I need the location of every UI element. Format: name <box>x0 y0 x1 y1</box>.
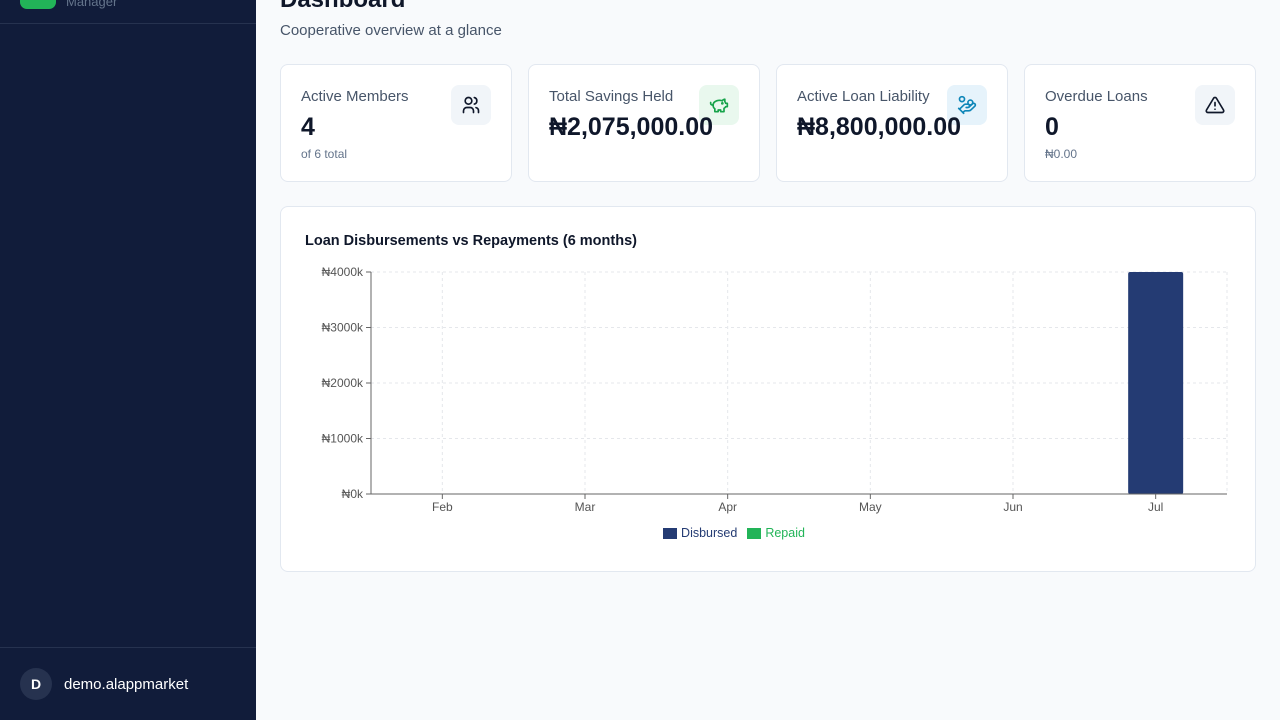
y-tick-label: ₦0k <box>342 487 364 501</box>
brand-logo <box>20 0 56 9</box>
alert-triangle-icon <box>1195 85 1235 125</box>
y-tick-label: ₦2000k <box>322 376 364 390</box>
legend-swatch <box>663 527 678 539</box>
legend-item[interactable]: Disbursed <box>663 526 737 540</box>
x-tick-label: May <box>859 500 882 514</box>
legend-label: Repaid <box>765 526 805 540</box>
stat-label: Active Loan Liability <box>797 88 930 105</box>
brand[interactable]: Manager <box>0 0 256 24</box>
avatar: D <box>20 668 52 700</box>
stat-card-overdue-loans: Overdue Loans 0 ₦0.00 <box>1024 64 1256 182</box>
y-tick-label: ₦4000k <box>322 265 364 279</box>
stat-label: Overdue Loans <box>1045 88 1148 105</box>
stat-label: Active Members <box>301 88 409 105</box>
legend-swatch <box>747 527 762 539</box>
y-tick-label: ₦3000k <box>322 321 364 335</box>
stat-card-active-members: Active Members 4 of 6 total <box>280 64 512 182</box>
stat-value: 0 <box>1045 113 1059 141</box>
x-tick-label: Jul <box>1148 500 1163 514</box>
stat-card-loan-liability: Active Loan Liability ₦8,800,000.00 <box>776 64 1008 182</box>
page-title: Dashboard <box>280 0 405 12</box>
legend-label: Disbursed <box>681 526 738 540</box>
user-name: demo.alappmarket <box>64 676 189 693</box>
sidebar: Manager D demo.alappmarket <box>0 0 256 720</box>
x-tick-label: Mar <box>575 500 596 514</box>
chart-card: Loan Disbursements vs Repayments (6 mont… <box>280 206 1256 572</box>
brand-subtitle: Manager <box>66 0 118 9</box>
x-tick-label: Apr <box>718 500 737 514</box>
page-subtitle: Cooperative overview at a glance <box>280 22 502 39</box>
x-tick-label: Jun <box>1003 500 1022 514</box>
stat-card-total-savings: Total Savings Held ₦2,075,000.00 <box>528 64 760 182</box>
legend-item[interactable]: Repaid <box>747 526 805 540</box>
users-icon <box>451 85 491 125</box>
stat-subtext: of 6 total <box>301 147 348 161</box>
stat-value: 4 <box>301 113 315 141</box>
stat-value: ₦2,075,000.00 <box>549 113 714 141</box>
y-tick-label: ₦1000k <box>322 432 364 446</box>
stat-label: Total Savings Held <box>549 88 674 105</box>
loan-chart: ₦0k ₦1000k ₦2000k ₦3000k ₦4000k Feb Mar Apr May J… <box>322 265 1228 514</box>
bar-disbursed <box>1128 272 1184 494</box>
x-tick-label: Feb <box>432 500 453 514</box>
stat-subtext: ₦0.00 <box>1045 147 1078 161</box>
user-profile[interactable]: D demo.alappmarket <box>0 647 256 720</box>
stat-value: ₦8,800,000.00 <box>797 113 962 141</box>
chart-legend: Disbursed Repaid <box>281 526 1187 540</box>
